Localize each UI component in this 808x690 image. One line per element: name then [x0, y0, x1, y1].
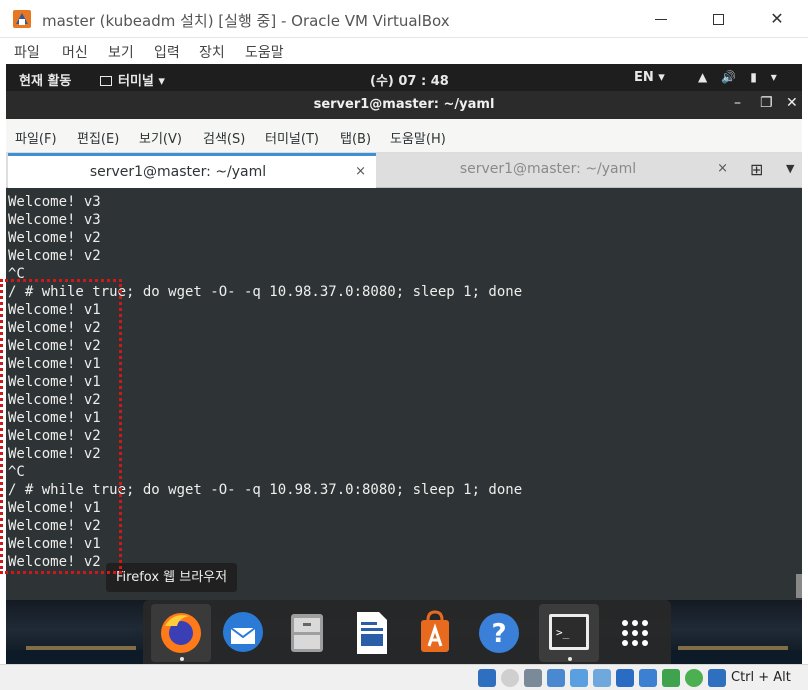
- battery-icon: ▮: [750, 70, 757, 84]
- tab-close-button[interactable]: ×: [717, 161, 728, 176]
- vbox-menu-help[interactable]: 도움말: [245, 42, 284, 62]
- software-center-icon: [421, 610, 449, 652]
- virtualbox-status-bar: Ctrl + Alt: [0, 664, 808, 690]
- terminal-app-label: 터미널 ▾: [118, 74, 165, 89]
- mouse-integration-status-icon[interactable]: [685, 669, 703, 687]
- cpu-status-icon[interactable]: [662, 669, 680, 687]
- volume-icon: 🔊: [721, 70, 737, 84]
- tab-list-menu-button[interactable]: ▼: [786, 162, 794, 175]
- terminal-tab-2[interactable]: server1@master: ~/yaml ×: [378, 153, 738, 188]
- guest-screen: 현재 활동 터미널 ▾ (수) 07 : 48 EN ▾ ▲ 🔊 ▮ ▾ ser…: [6, 64, 802, 664]
- window-title: master (kubeadm 설치) [실행 중] - Oracle VM V…: [42, 12, 450, 30]
- term-menu-edit[interactable]: 편집(E): [77, 128, 119, 147]
- terminal-scrollbar[interactable]: [796, 574, 802, 598]
- running-indicator: [180, 657, 184, 661]
- clock[interactable]: (수) 07 : 48: [370, 70, 449, 89]
- vbox-menu-view[interactable]: 보기: [108, 42, 134, 62]
- new-tab-button[interactable]: ⊞: [750, 160, 763, 179]
- network-icon: ▲: [698, 70, 708, 84]
- virtualbox-menu-bar: 파일 머신 보기 입력 장치 도움말: [0, 38, 808, 64]
- host-key-label: Ctrl + Alt: [731, 670, 791, 685]
- terminal-close-button[interactable]: ✕: [786, 95, 798, 111]
- dock: ? >_: [143, 600, 671, 664]
- display-status-icon[interactable]: [616, 669, 634, 687]
- terminal-tab-1[interactable]: server1@master: ~/yaml ×: [8, 153, 376, 188]
- tab-label: server1@master: ~/yaml: [459, 161, 637, 177]
- terminal-icon: >_: [549, 614, 589, 650]
- virtualbox-title-bar: master (kubeadm 설치) [실행 중] - Oracle VM V…: [0, 0, 808, 38]
- optical-drive-status-icon[interactable]: [501, 669, 519, 687]
- system-menu-arrow-icon: ▾: [770, 70, 777, 84]
- gnome-top-bar: 현재 활동 터미널 ▾ (수) 07 : 48 EN ▾ ▲ 🔊 ▮ ▾: [6, 64, 802, 91]
- app-grid-icon: [622, 620, 648, 646]
- minimize-button[interactable]: [638, 4, 684, 34]
- terminal-line: Welcome! v2: [8, 248, 101, 264]
- maximize-icon: [712, 14, 724, 25]
- terminal-minimize-button[interactable]: –: [734, 95, 741, 111]
- vbox-menu-machine[interactable]: 머신: [62, 42, 88, 62]
- dock-tooltip: Firefox 웹 브라우저: [106, 563, 238, 592]
- input-language-indicator[interactable]: EN ▾: [634, 70, 665, 85]
- terminal-small-icon: [100, 76, 112, 86]
- dock-software-center[interactable]: [405, 604, 465, 662]
- term-menu-help[interactable]: 도움말(H): [390, 128, 446, 147]
- help-glyph: ?: [491, 619, 506, 649]
- term-menu-search[interactable]: 검색(S): [203, 128, 245, 147]
- terminal-app-menu[interactable]: 터미널 ▾: [100, 70, 165, 89]
- dock-thunderbird[interactable]: [213, 604, 273, 662]
- terminal-title-bar: server1@master: ~/yaml – ❐ ✕: [6, 91, 802, 119]
- dock-terminal[interactable]: >_: [539, 604, 599, 662]
- recording-status-icon[interactable]: [639, 669, 657, 687]
- dock-show-applications[interactable]: [605, 604, 665, 662]
- term-menu-terminal[interactable]: 터미널(T): [265, 128, 319, 147]
- virtualbox-app-icon: [13, 10, 31, 28]
- dock-help[interactable]: ?: [469, 604, 529, 662]
- term-menu-tabs[interactable]: 탭(B): [340, 128, 371, 147]
- usb-status-icon[interactable]: [570, 669, 588, 687]
- tab-label: server1@master: ~/yaml: [89, 164, 267, 180]
- thunderbird-icon: [223, 612, 263, 652]
- close-window-button[interactable]: ✕: [754, 4, 800, 34]
- activities-button[interactable]: 현재 활동: [19, 70, 71, 89]
- terminal-line: Welcome! v3: [8, 212, 101, 228]
- dock-files[interactable]: [277, 604, 337, 662]
- terminal-line: Welcome! v3: [8, 194, 101, 210]
- terminal-prompt-glyph: >_: [556, 626, 570, 639]
- dock-libreoffice-writer[interactable]: [341, 604, 401, 662]
- dock-firefox[interactable]: [151, 604, 211, 662]
- close-icon: ✕: [770, 9, 784, 28]
- network-status-icon[interactable]: [547, 669, 565, 687]
- audio-status-icon[interactable]: [524, 669, 542, 687]
- terminal-tab-bar: server1@master: ~/yaml × server1@master:…: [6, 153, 802, 188]
- terminal-restore-button[interactable]: ❐: [760, 95, 773, 111]
- vbox-menu-input[interactable]: 입력: [154, 42, 180, 62]
- shared-folders-status-icon[interactable]: [593, 669, 611, 687]
- maximize-button[interactable]: [695, 4, 741, 34]
- terminal-menu-bar: 파일(F) 편집(E) 보기(V) 검색(S) 터미널(T) 탭(B) 도움말(…: [6, 119, 802, 153]
- vbox-menu-file[interactable]: 파일: [14, 42, 40, 62]
- vbox-menu-devices[interactable]: 장치: [199, 42, 225, 62]
- libreoffice-writer-icon: [357, 612, 387, 654]
- term-menu-file[interactable]: 파일(F): [15, 128, 57, 147]
- running-indicator: [568, 657, 572, 661]
- system-tray[interactable]: ▲ 🔊 ▮ ▾: [698, 70, 777, 84]
- annotation-highlight-box: [0, 279, 122, 574]
- files-icon: [291, 614, 323, 652]
- hard-disk-status-icon[interactable]: [478, 669, 496, 687]
- minimize-icon: [655, 19, 667, 20]
- firefox-icon: [161, 613, 201, 653]
- keyboard-capture-status-icon[interactable]: [708, 669, 726, 687]
- term-menu-view[interactable]: 보기(V): [139, 128, 182, 147]
- terminal-output[interactable]: Welcome! v3 Welcome! v3 Welcome! v2 Welcome…: [6, 188, 802, 600]
- terminal-window-title: server1@master: ~/yaml: [313, 97, 495, 112]
- tab-close-button[interactable]: ×: [355, 164, 366, 179]
- help-icon: ?: [479, 613, 519, 653]
- terminal-line: Welcome! v2: [8, 230, 101, 246]
